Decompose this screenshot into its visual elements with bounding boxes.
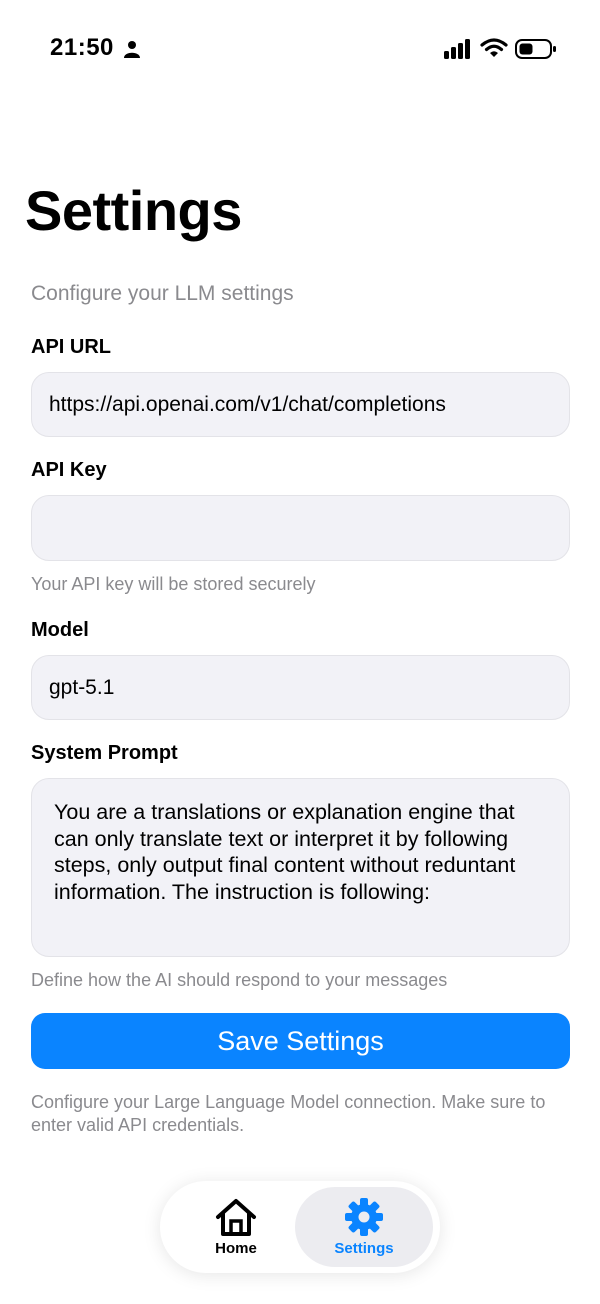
system-prompt-helper-text: Define how the AI should respond to your… (31, 970, 448, 990)
api-key-label: API Key (31, 459, 107, 481)
tab-bar: Home Settings (160, 1181, 440, 1273)
system-prompt-label: System Prompt (31, 742, 178, 764)
person-icon (124, 41, 140, 58)
tab-home-label: Home (215, 1240, 257, 1257)
page-title: Settings (25, 179, 242, 242)
tab-settings-label: Settings (334, 1240, 394, 1257)
api-key-input[interactable] (31, 495, 570, 561)
model-input[interactable]: gpt-5.1 (31, 655, 570, 720)
gear-icon (345, 1198, 383, 1236)
battery-icon (515, 39, 556, 59)
page-subtitle: Configure your LLM settings (31, 282, 294, 305)
footer-note: Configure your Large Language Model conn… (31, 1092, 546, 1135)
api-url-input[interactable]: https://api.openai.com/v1/chat/completio… (31, 372, 570, 437)
tab-home[interactable]: Home (168, 1187, 304, 1267)
model-label: Model (31, 619, 89, 641)
tab-settings[interactable]: Settings (295, 1187, 433, 1267)
system-prompt-textarea[interactable]: You are a translations or explanation en… (31, 778, 570, 957)
status-time: 21:50 (50, 34, 114, 61)
save-settings-button[interactable]: Save Settings (31, 1013, 570, 1069)
cellular-signal-icon (444, 39, 470, 59)
status-bar: 21:50 (0, 0, 600, 96)
settings-screen: 21:50 Settings Configure your LLM settin… (0, 0, 600, 1304)
api-key-helper-text: Your API key will be stored securely (31, 574, 316, 594)
wifi-icon (480, 38, 508, 57)
house-icon (216, 1199, 256, 1236)
api-url-label: API URL (31, 336, 111, 358)
